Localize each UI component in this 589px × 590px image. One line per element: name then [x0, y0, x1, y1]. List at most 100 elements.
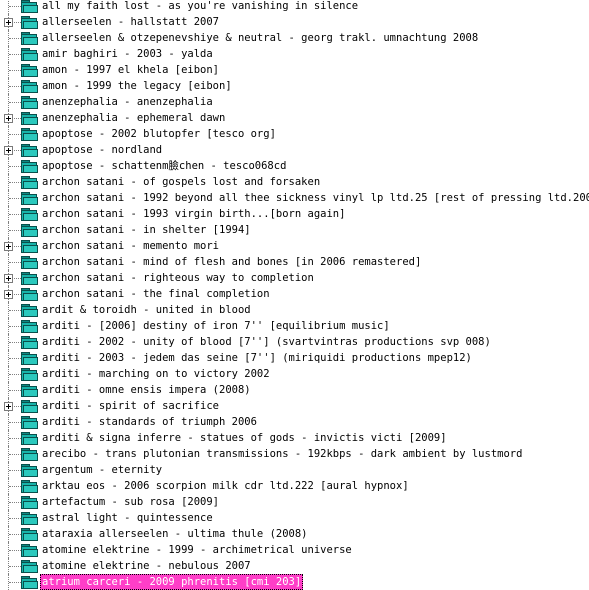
tree-item-label[interactable]: arditi - standards of triumph 2006 [40, 414, 259, 430]
tree-item-label[interactable]: ataraxia allerseelen - ultima thule (200… [40, 526, 310, 542]
tree-row[interactable]: artefactum - sub rosa [2009] [0, 494, 589, 510]
tree-row[interactable]: atomine elektrine - 1999 - archimetrical… [0, 542, 589, 558]
folder-icon [21, 16, 38, 29]
tree-row[interactable]: arditi & signa inferre - statues of gods… [0, 430, 589, 446]
tree-row[interactable]: amon - 1999 the legacy [eibon] [0, 78, 589, 94]
tree-branch-line [9, 182, 21, 183]
tree-row[interactable]: archon satani - 1993 virgin birth...[bor… [0, 206, 589, 222]
tree-row[interactable]: atrium carceri - 2009 phrenitis [cmi 203… [0, 574, 589, 590]
tree-row[interactable]: archon satani - 1992 beyond all thee sic… [0, 190, 589, 206]
tree-item-label[interactable]: archon satani - righteous way to complet… [40, 270, 316, 286]
tree-item-label[interactable]: arecibo - trans plutonian transmissions … [40, 446, 524, 462]
tree-row[interactable]: ardit & toroidh - united in blood [0, 302, 589, 318]
tree-item-label[interactable]: allerseelen - hallstatt 2007 [40, 14, 221, 30]
tree-item-label[interactable]: all my faith lost - as you're vanishing … [40, 0, 360, 14]
tree-item-label[interactable]: archon satani - 1993 virgin birth...[bor… [40, 206, 347, 222]
tree-item-label[interactable]: archon satani - the final completion [40, 286, 272, 302]
folder-icon [21, 336, 38, 349]
tree-item-label[interactable]: anenzephalia - anenzephalia [40, 94, 215, 110]
tree-row[interactable]: all my faith lost - as you're vanishing … [0, 0, 589, 14]
tree-row[interactable]: arktau eos - 2006 scorpion milk cdr ltd.… [0, 478, 589, 494]
tree-branch-line [9, 70, 21, 71]
tree-row[interactable]: anenzephalia - ephemeral dawn [0, 110, 589, 126]
folder-icon [21, 288, 38, 301]
tree-row[interactable]: amon - 1997 el khela [eibon] [0, 62, 589, 78]
expand-plus-icon[interactable] [4, 242, 13, 251]
tree-item-label[interactable]: arditi - 2003 - jedem das seine [7''] (m… [40, 350, 474, 366]
folder-icon [21, 480, 38, 493]
tree-row[interactable]: arditi - 2002 - unity of blood [7''] (sv… [0, 334, 589, 350]
folder-icon [21, 432, 38, 445]
folder-icon [21, 192, 38, 205]
tree-branch-line [9, 198, 21, 199]
folder-icon [21, 96, 38, 109]
tree-branch-line [9, 534, 21, 535]
folder-icon [21, 544, 38, 557]
tree-item-label[interactable]: apoptose - nordland [40, 142, 164, 158]
tree-row[interactable]: arditi - [2006] destiny of iron 7'' [equ… [0, 318, 589, 334]
tree-item-label[interactable]: apoptose - 2002 blutopfer [tesco org] [40, 126, 278, 142]
expand-plus-icon[interactable] [4, 402, 13, 411]
tree-branch-line [9, 38, 21, 39]
expand-plus-icon[interactable] [4, 290, 13, 299]
tree-row[interactable]: archon satani - of gospels lost and fors… [0, 174, 589, 190]
expand-plus-icon[interactable] [4, 146, 13, 155]
tree-row[interactable]: allerseelen & otzepenevshiye & neutral -… [0, 30, 589, 46]
tree-row[interactable]: apoptose - 2002 blutopfer [tesco org] [0, 126, 589, 142]
tree-item-label[interactable]: archon satani - memento mori [40, 238, 221, 254]
tree-row[interactable]: ataraxia allerseelen - ultima thule (200… [0, 526, 589, 542]
tree-row[interactable]: archon satani - the final completion [0, 286, 589, 302]
tree-item-label[interactable]: arditi - [2006] destiny of iron 7'' [equ… [40, 318, 392, 334]
tree-item-label[interactable]: ardit & toroidh - united in blood [40, 302, 253, 318]
tree-row[interactable]: apoptose - schattenm臉chen - tesco068cd [0, 158, 589, 174]
tree-row[interactable]: arditi - standards of triumph 2006 [0, 414, 589, 430]
tree-item-label[interactable]: archon satani - mind of flesh and bones … [40, 254, 423, 270]
folder-icon [21, 256, 38, 269]
tree-branch-line [9, 486, 21, 487]
tree-row[interactable]: arditi - omne ensis impera (2008) [0, 382, 589, 398]
tree-row[interactable]: archon satani - in shelter [1994] [0, 222, 589, 238]
tree-item-label[interactable]: atomine elektrine - nebulous 2007 [40, 558, 253, 574]
tree-item-label[interactable]: arditi - spirit of sacrifice [40, 398, 221, 414]
tree-row[interactable]: archon satani - mind of flesh and bones … [0, 254, 589, 270]
tree-item-label[interactable]: allerseelen & otzepenevshiye & neutral -… [40, 30, 480, 46]
expand-plus-icon[interactable] [4, 114, 13, 123]
tree-item-label[interactable]: arditi - omne ensis impera (2008) [40, 382, 253, 398]
tree-row[interactable]: arditi - spirit of sacrifice [0, 398, 589, 414]
tree-row[interactable]: argentum - eternity [0, 462, 589, 478]
tree-item-label[interactable]: archon satani - of gospels lost and fors… [40, 174, 322, 190]
tree-item-label[interactable]: argentum - eternity [40, 462, 164, 478]
tree-row[interactable]: archon satani - memento mori [0, 238, 589, 254]
tree-item-label[interactable]: archon satani - in shelter [1994] [40, 222, 253, 238]
tree-branch-line [9, 502, 21, 503]
tree-item-label[interactable]: astral light - quintessence [40, 510, 215, 526]
tree-row[interactable]: apoptose - nordland [0, 142, 589, 158]
tree-item-label[interactable]: anenzephalia - ephemeral dawn [40, 110, 227, 126]
tree-row[interactable]: astral light - quintessence [0, 510, 589, 526]
tree-item-label-selected[interactable]: atrium carceri - 2009 phrenitis [cmi 203… [40, 574, 304, 590]
tree-row[interactable]: arecibo - trans plutonian transmissions … [0, 446, 589, 462]
folder-tree[interactable]: all my faith lost - as you're vanishing … [0, 0, 589, 590]
expand-plus-icon[interactable] [4, 18, 13, 27]
tree-item-label[interactable]: artefactum - sub rosa [2009] [40, 494, 221, 510]
tree-item-label[interactable]: arditi - 2002 - unity of blood [7''] (sv… [40, 334, 493, 350]
tree-item-label[interactable]: arditi - marching on to victory 2002 [40, 366, 272, 382]
tree-item-label[interactable]: amon - 1997 el khela [eibon] [40, 62, 221, 78]
tree-item-label[interactable]: arditi & signa inferre - statues of gods… [40, 430, 449, 446]
tree-row[interactable]: archon satani - righteous way to complet… [0, 270, 589, 286]
expand-plus-icon[interactable] [4, 274, 13, 283]
tree-row[interactable]: arditi - marching on to victory 2002 [0, 366, 589, 382]
tree-item-label[interactable]: amon - 1999 the legacy [eibon] [40, 78, 234, 94]
tree-item-label[interactable]: archon satani - 1992 beyond all thee sic… [40, 190, 589, 206]
tree-row[interactable]: atomine elektrine - nebulous 2007 [0, 558, 589, 574]
tree-item-label[interactable]: amir baghiri - 2003 - yalda [40, 46, 215, 62]
tree-item-label[interactable]: atomine elektrine - 1999 - archimetrical… [40, 542, 354, 558]
tree-branch-line [9, 390, 21, 391]
tree-row[interactable]: anenzephalia - anenzephalia [0, 94, 589, 110]
tree-item-label[interactable]: apoptose - schattenm臉chen - tesco068cd [40, 158, 288, 174]
tree-item-label[interactable]: arktau eos - 2006 scorpion milk cdr ltd.… [40, 478, 411, 494]
tree-row[interactable]: arditi - 2003 - jedem das seine [7''] (m… [0, 350, 589, 366]
folder-icon [21, 0, 38, 13]
tree-row[interactable]: allerseelen - hallstatt 2007 [0, 14, 589, 30]
tree-row[interactable]: amir baghiri - 2003 - yalda [0, 46, 589, 62]
